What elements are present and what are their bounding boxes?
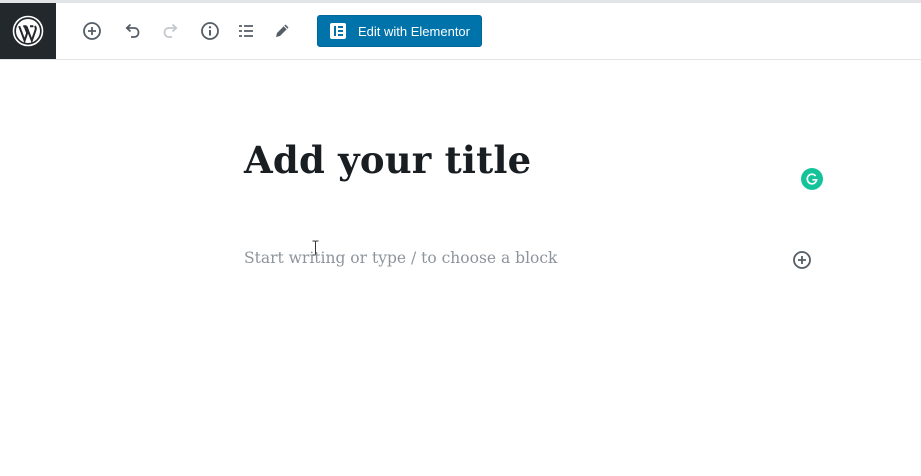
redo-icon[interactable] [157,17,185,45]
paragraph-block-input[interactable]: Start writing or type / to choose a bloc… [244,249,557,267]
editor-toolbar: Edit with Elementor [0,3,921,60]
post-title-input[interactable]: Add your title [244,138,531,182]
undo-icon[interactable] [118,17,146,45]
pencil-icon[interactable] [268,17,296,45]
edit-with-elementor-label: Edit with Elementor [358,23,470,39]
editor-canvas: Add your title Start writing or type / t… [0,60,921,476]
wordpress-logo-icon[interactable] [0,3,56,59]
grammarly-icon[interactable] [801,168,823,190]
info-icon[interactable] [196,17,224,45]
edit-with-elementor-button[interactable]: Edit with Elementor [317,15,482,47]
elementor-icon [330,23,346,39]
add-block-icon[interactable] [78,17,106,45]
inline-add-block-icon[interactable] [791,249,813,271]
block-navigation-icon[interactable] [232,17,260,45]
